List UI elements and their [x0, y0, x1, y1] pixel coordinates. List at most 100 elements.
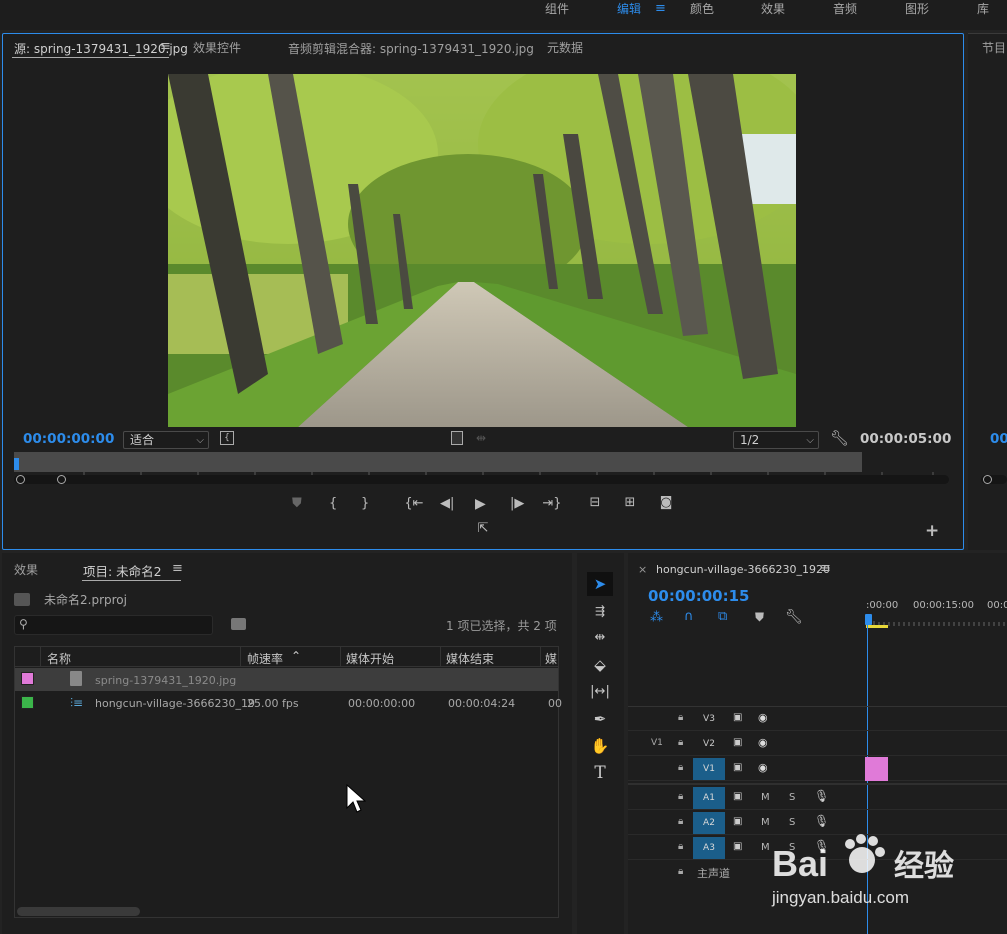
sync-lock-icon[interactable]: ▣: [733, 791, 742, 802]
clip-name[interactable]: hongcun-village-3666230_19: [95, 697, 255, 710]
source-patch-v1[interactable]: V1: [651, 738, 663, 748]
zoom-handle-left[interactable]: [16, 475, 25, 484]
add-marker-icon[interactable]: ⛊: [755, 610, 764, 625]
mark-in-icon[interactable]: {: [329, 496, 337, 512]
sync-lock-icon[interactable]: ▣: [733, 737, 742, 748]
eye-icon[interactable]: ◉: [758, 736, 768, 749]
tab-metadata[interactable]: 元数据: [547, 39, 583, 56]
track-target-v2[interactable]: V2: [693, 733, 725, 755]
pen-tool-icon[interactable]: ✒: [588, 708, 612, 730]
sync-lock-icon[interactable]: ▣: [733, 816, 742, 827]
mute-button[interactable]: M: [761, 792, 770, 803]
tab-menu-icon[interactable]: ≡: [820, 561, 831, 576]
track-target-a3[interactable]: A3: [693, 837, 725, 859]
timeline-clip[interactable]: [865, 757, 888, 781]
sync-lock-icon[interactable]: ▣: [733, 762, 742, 773]
track-target-v1[interactable]: V1: [693, 758, 725, 780]
lock-icon[interactable]: 🔒︎: [678, 762, 683, 773]
column-name[interactable]: 名称: [47, 650, 71, 667]
razor-tool-icon[interactable]: ⬙: [588, 654, 612, 676]
program-zoom-handle[interactable]: [983, 475, 992, 484]
snap-icon[interactable]: ∩: [684, 609, 694, 624]
new-search-bin-icon[interactable]: [231, 618, 246, 630]
add-button-icon[interactable]: +: [925, 523, 939, 540]
eye-icon[interactable]: ◉: [758, 761, 768, 774]
sequence-tab[interactable]: hongcun-village-3666230_1920: [656, 563, 830, 576]
track-select-tool-icon[interactable]: ⇶: [588, 600, 612, 622]
slip-tool-icon[interactable]: |↔|: [588, 681, 612, 703]
playhead[interactable]: [14, 458, 19, 470]
insert-icon[interactable]: ⊟: [585, 495, 605, 511]
sort-ascending-icon[interactable]: ⌃: [291, 649, 301, 663]
workspace-effects[interactable]: 效果: [761, 0, 785, 17]
workspace-assembly[interactable]: 组件: [545, 0, 569, 17]
track-target-a1[interactable]: A1: [693, 787, 725, 809]
lock-icon[interactable]: 🔒︎: [678, 791, 683, 802]
overwrite-icon[interactable]: ⊞: [620, 495, 640, 511]
workspace-libraries[interactable]: 库: [977, 0, 989, 17]
solo-button[interactable]: S: [789, 792, 795, 803]
tab-project[interactable]: 项目: 未命名2: [83, 561, 162, 580]
mute-button[interactable]: M: [761, 842, 770, 853]
tab-menu-icon[interactable]: ≡: [172, 561, 183, 576]
wrench-icon[interactable]: 🔧︎: [830, 430, 849, 446]
workspace-color[interactable]: 颜色: [690, 0, 714, 17]
solo-button[interactable]: S: [789, 817, 795, 828]
type-tool-icon[interactable]: T: [588, 762, 612, 784]
lock-icon[interactable]: 🔒︎: [678, 866, 683, 877]
zoom-scrollbar[interactable]: [14, 475, 949, 484]
hand-tool-icon[interactable]: ✋: [588, 735, 612, 757]
program-timecode[interactable]: 00: [990, 431, 1007, 447]
tab-menu-icon[interactable]: ≡: [160, 39, 171, 54]
nest-icon[interactable]: ⁂: [650, 610, 663, 625]
film-icon[interactable]: [451, 431, 463, 445]
tab-effects[interactable]: 效果: [14, 561, 38, 578]
microphone-icon[interactable]: 🎙︎: [814, 814, 829, 828]
column-media-start[interactable]: 媒体开始: [346, 650, 394, 667]
marker-icon[interactable]: ⛊: [292, 496, 302, 512]
source-scrubber-bar[interactable]: [14, 452, 862, 472]
go-to-out-icon[interactable]: ⇥}: [542, 496, 562, 512]
play-icon[interactable]: ▶: [475, 496, 486, 512]
sync-lock-icon[interactable]: ▣: [733, 841, 742, 852]
tab-program[interactable]: 节目: [982, 39, 1006, 56]
linked-selection-icon[interactable]: ⧉: [718, 609, 727, 624]
resolution-select[interactable]: 1/2 ⌵: [733, 431, 819, 449]
tab-audio-clip-mixer[interactable]: 音频剪辑混合器: spring-1379431_1920.jpg: [288, 40, 534, 57]
drag-audio-icon[interactable]: ⇹: [476, 430, 486, 446]
export-frame-icon[interactable]: ⇱: [474, 521, 492, 537]
fit-select[interactable]: 适合 ⌵: [123, 431, 209, 449]
step-forward-icon[interactable]: |▶: [510, 496, 524, 512]
workspace-editing[interactable]: 编辑: [617, 0, 641, 17]
label-color-swatch[interactable]: [21, 696, 34, 709]
tab-effect-controls[interactable]: 效果控件: [193, 39, 241, 56]
close-icon[interactable]: ×: [638, 563, 647, 576]
timeline-timecode[interactable]: 00:00:00:15: [648, 587, 750, 605]
selection-tool-icon[interactable]: ➤: [588, 573, 612, 595]
settings-compare-icon[interactable]: {: [220, 431, 234, 445]
workspace-graphics[interactable]: 图形: [905, 0, 929, 17]
column-media-end[interactable]: 媒体结束: [446, 650, 494, 667]
work-area-bar[interactable]: [866, 625, 888, 628]
mark-out-icon[interactable]: }: [361, 496, 369, 512]
workspace-audio[interactable]: 音频: [833, 0, 857, 17]
microphone-icon[interactable]: 🎙︎: [814, 789, 829, 803]
timeline-playhead[interactable]: [865, 614, 872, 625]
track-target-a2[interactable]: A2: [693, 812, 725, 834]
clip-name[interactable]: spring-1379431_1920.jpg: [95, 674, 236, 687]
column-frame-rate[interactable]: 帧速率: [247, 650, 283, 667]
go-to-in-icon[interactable]: {⇤: [404, 496, 424, 512]
horizontal-scrollbar[interactable]: [17, 907, 140, 916]
lock-icon[interactable]: 🔒︎: [678, 737, 683, 748]
workspace-menu-icon[interactable]: ≡: [655, 1, 666, 18]
camera-icon[interactable]: ◙: [656, 495, 676, 511]
zoom-handle-right[interactable]: [57, 475, 66, 484]
sync-lock-icon[interactable]: ▣: [733, 712, 742, 723]
lock-icon[interactable]: 🔒︎: [678, 816, 683, 827]
ripple-edit-tool-icon[interactable]: ⇹: [588, 627, 612, 649]
lock-icon[interactable]: 🔒︎: [678, 712, 683, 723]
eye-icon[interactable]: ◉: [758, 711, 768, 724]
column-media-more[interactable]: 媒: [545, 650, 557, 667]
track-target-v3[interactable]: V3: [693, 708, 725, 730]
lock-icon[interactable]: 🔒︎: [678, 841, 683, 852]
